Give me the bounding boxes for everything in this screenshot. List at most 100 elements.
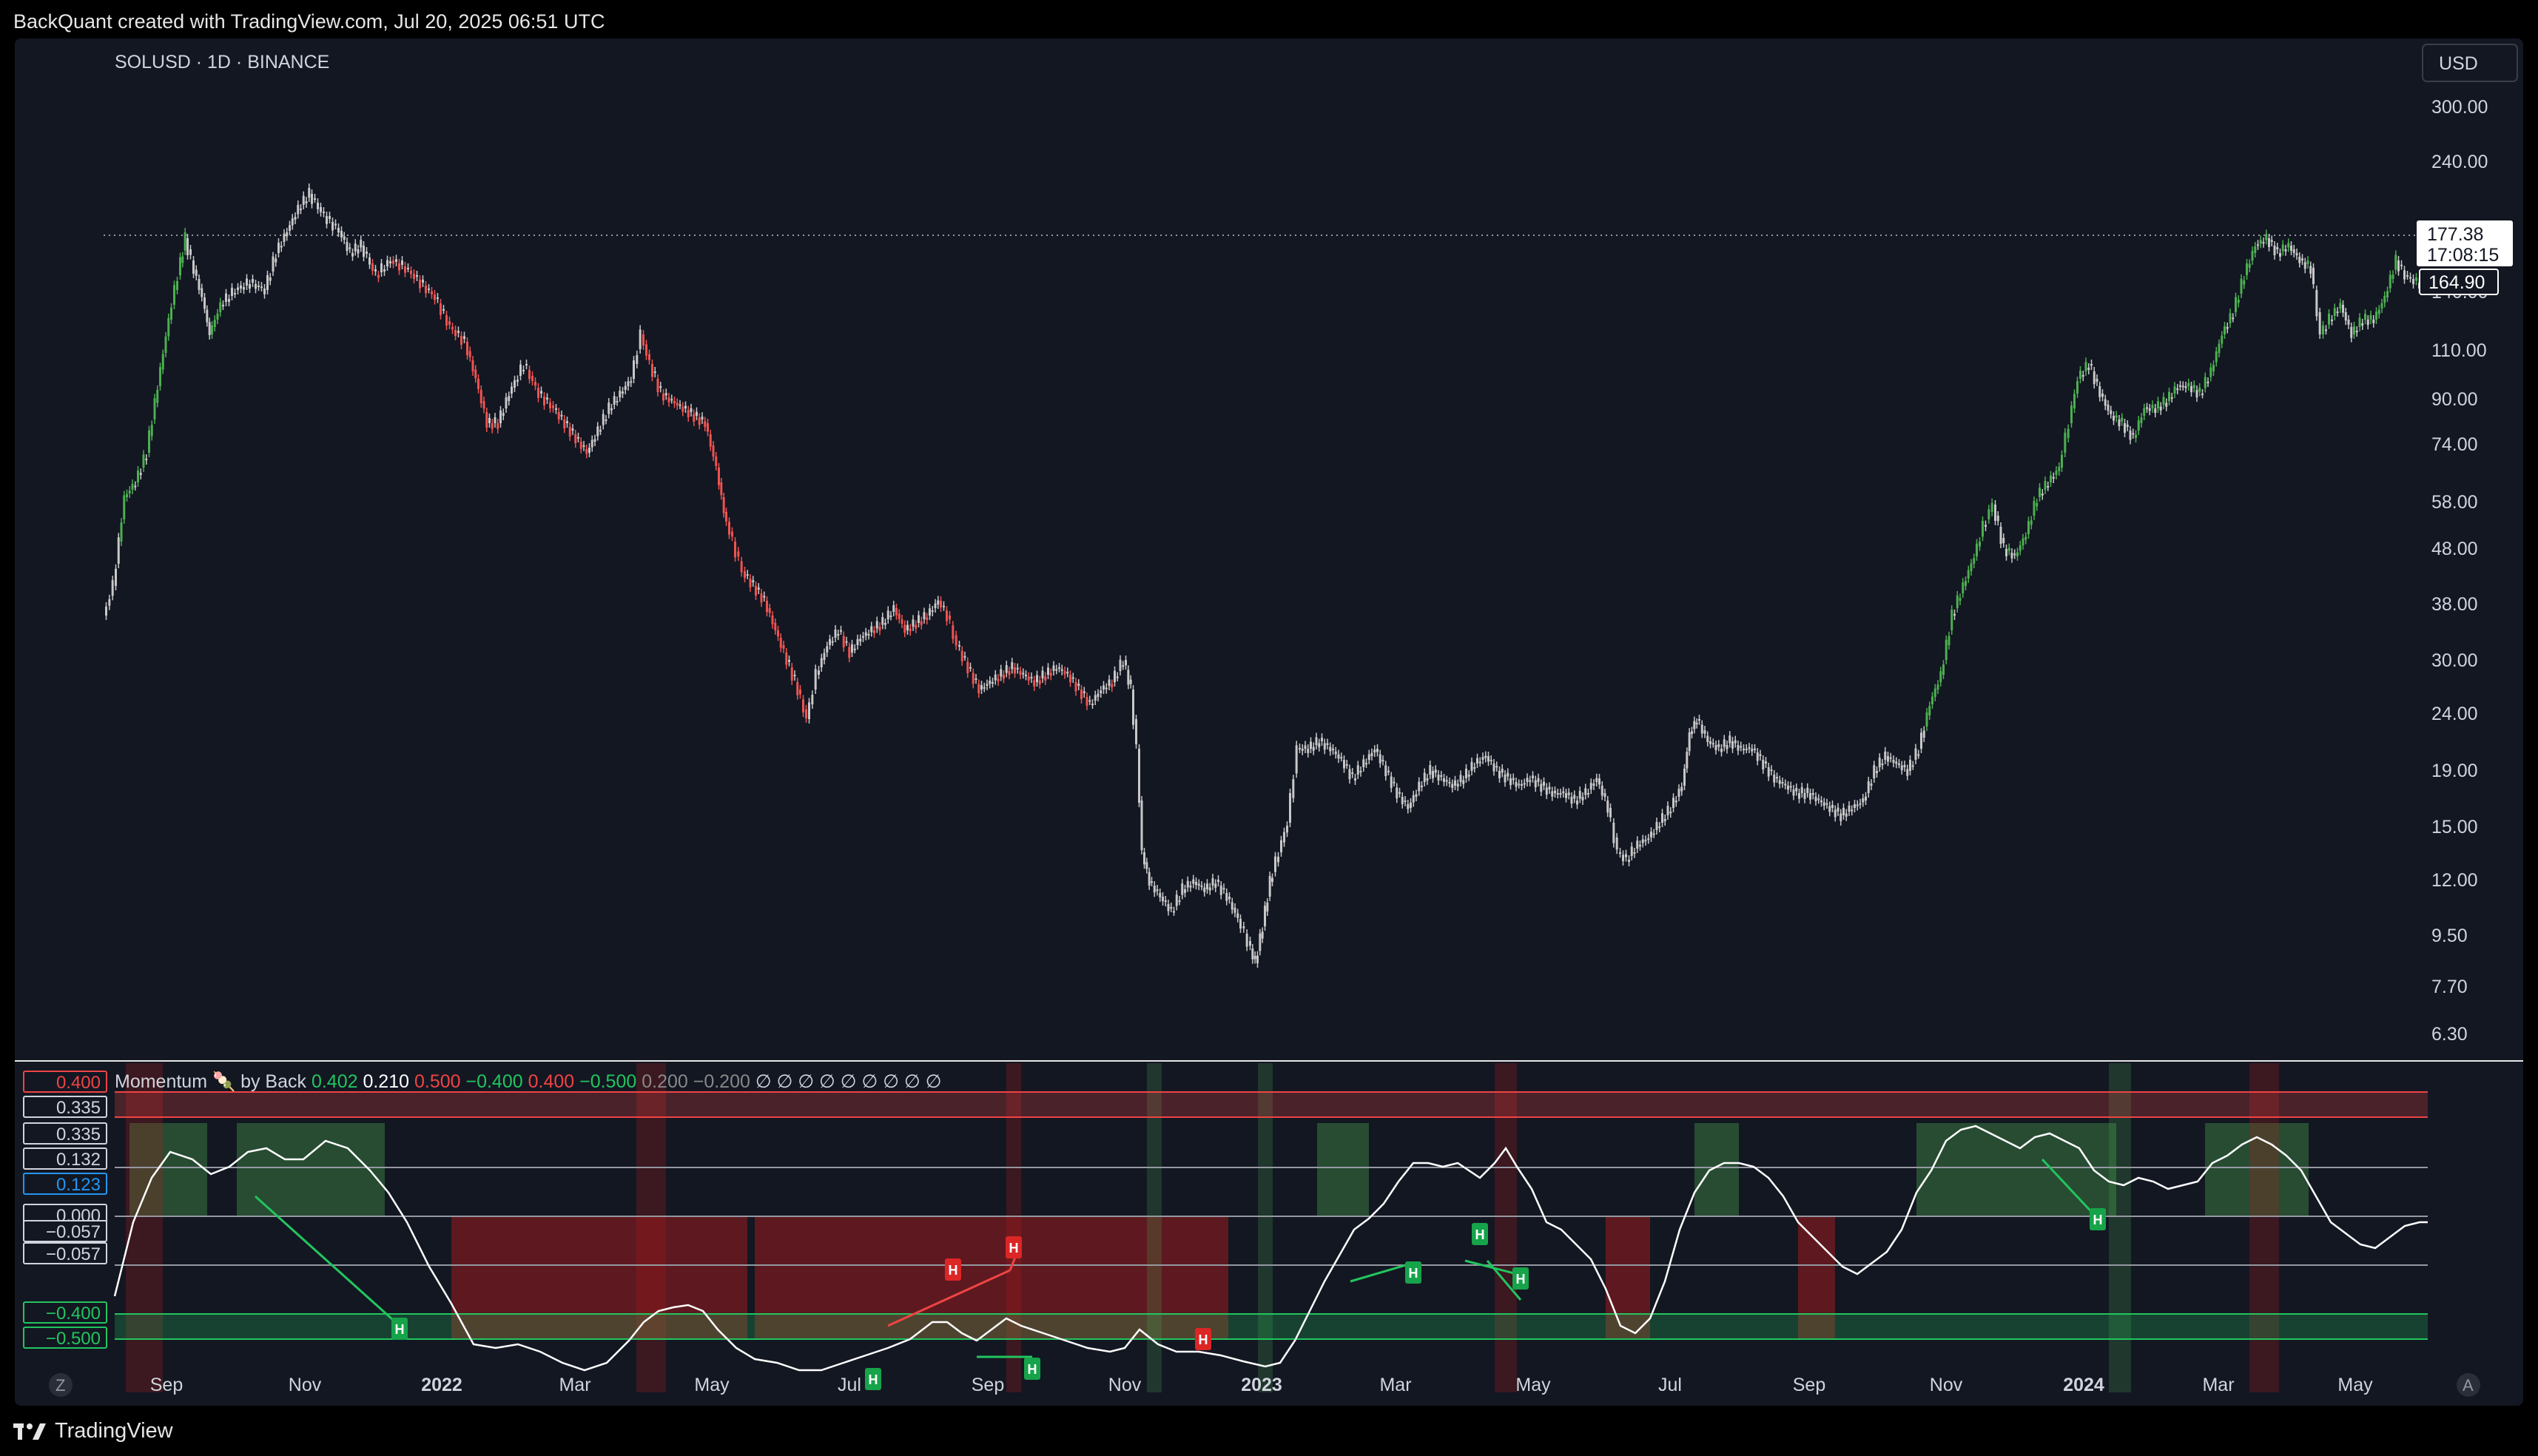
price-candle-body [1268,876,1271,897]
price-candle-body [1478,761,1481,764]
divergence-marker: H [2090,1208,2106,1230]
price-candle-body [1859,803,1862,805]
time-tick-label: 2024 [2063,1375,2104,1395]
price-candle-body [590,439,593,448]
legend-value: −0.400 [465,1071,528,1092]
price-tick-label: 38.00 [2431,594,2478,615]
price-candle-body [673,401,676,404]
price-candle-body [1717,744,1720,747]
price-candle-body [1973,558,1976,564]
price-candle-body [2096,379,2098,382]
price-candle-body [451,327,454,330]
price-candle-body [383,269,386,272]
price-candle-body [1321,738,1323,741]
price-candle-body [1570,797,1573,804]
price-candle-body [2110,410,2113,414]
price-candle-body [1114,670,1116,682]
price-candle-body [1743,749,1745,750]
price-candle-body [1803,793,1806,799]
price-candle-body [2168,391,2170,401]
tradingview-logo[interactable]: TradingView [13,1419,173,1443]
price-candle-body [1526,778,1529,782]
price-candle-body [1545,787,1548,795]
price-candle-body [624,385,627,390]
zoom-button[interactable]: Z [49,1373,73,1397]
price-candle-body [1892,760,1895,763]
price-candle-body [1592,783,1595,786]
indicator-axis-label: 0.400 [23,1071,107,1093]
price-candle-body [1622,855,1624,861]
price-candle-body [1249,941,1251,946]
price-candle-body [1615,837,1618,850]
price-candle-body [1473,767,1476,769]
price-candle-body [1587,793,1589,795]
price-candle-body [1945,639,1948,660]
price-candle-body [1307,749,1310,753]
price-candle-body [2290,246,2292,251]
svg-text:0.400: 0.400 [56,1073,101,1093]
price-candle-body [2292,249,2295,253]
price-candle-body [1088,700,1091,702]
price-candle-body [1967,570,1970,579]
price-candle-body [1798,793,1800,799]
price-candle-body [234,293,236,294]
price-candle-body [2118,419,2121,427]
price-candle-body [1532,775,1534,778]
price-candle-body [1920,732,1922,749]
price-candle-body [2181,385,2184,388]
price-candle-body [766,601,768,613]
indicator-legend[interactable]: Momentum 🍡 by Back 0.402 0.210 0.500 −0.… [115,1070,942,1092]
price-tick-label: 12.00 [2431,870,2478,891]
price-candle-body [1962,582,1965,593]
price-candle-body [1781,782,1784,783]
price-candle-body [952,625,955,639]
price-candle-body [1000,669,1003,677]
svg-text:H: H [395,1322,405,1337]
price-candle-body [431,291,433,294]
price-candle-body [2170,397,2173,399]
price-candle-body [1348,769,1351,780]
attribution-bar: BackQuant created with TradingView.com, … [0,0,2538,41]
price-candle-body [1831,804,1834,808]
price-candle-body [156,389,159,403]
price-candle-body [131,484,134,490]
price-candle-body [466,342,468,356]
momentum-pane[interactable]: H H H H H H H H H H Momentum 🍡 by Back 0.402 0.21… [23,1063,2428,1392]
price-candle-body [805,709,807,718]
price-candle-body [1159,893,1162,897]
chart-frame[interactable]: SOLUSD · 1D · BINANCE USD 300.00240.0014… [15,38,2523,1406]
price-candle-body [1655,822,1658,830]
price-candle-body [834,629,837,638]
price-candle-body [2201,394,2204,395]
price-candle-body [1839,813,1842,821]
time-axis[interactable]: Sep Nov 2022 Mar May Jul Sep Nov 2023 Mar May Jul Se… [150,1375,2373,1395]
currency-button[interactable]: USD [2422,44,2518,82]
price-candle-body [1876,771,1878,773]
price-candle-body [1410,802,1412,808]
svg-text:0.335: 0.335 [56,1098,101,1118]
price-tick-label: 74.00 [2431,434,2478,455]
price-candle-body [1903,765,1906,767]
symbol-title[interactable]: SOLUSD · 1D · BINANCE [115,52,329,73]
chart-canvas[interactable]: SOLUSD · 1D · BINANCE USD 300.00240.0014… [15,38,2523,1406]
price-candle-body [1108,679,1111,686]
price-candle-body [283,233,286,242]
price-candle-body [1451,783,1454,789]
indicator-axis-label: −0.500 [23,1327,107,1349]
price-candle-body [257,286,260,287]
price-candle-body [389,261,391,263]
price-candle-body [864,632,867,636]
price-candle-body [709,434,712,447]
price-candle-body [105,606,107,616]
price-candle-body [1534,780,1537,788]
price-candle-body [525,364,528,365]
price-candle-body [1326,743,1329,745]
price-candle-body [2024,536,2027,540]
price-candle-body [326,216,328,224]
price-candle-body [840,630,842,632]
price-candle-body [1299,747,1301,749]
auto-scale-button[interactable]: A [2457,1373,2480,1397]
price-candle-body [2207,382,2209,384]
price-candle-body [291,218,294,226]
price-candle-body [1979,542,1981,547]
